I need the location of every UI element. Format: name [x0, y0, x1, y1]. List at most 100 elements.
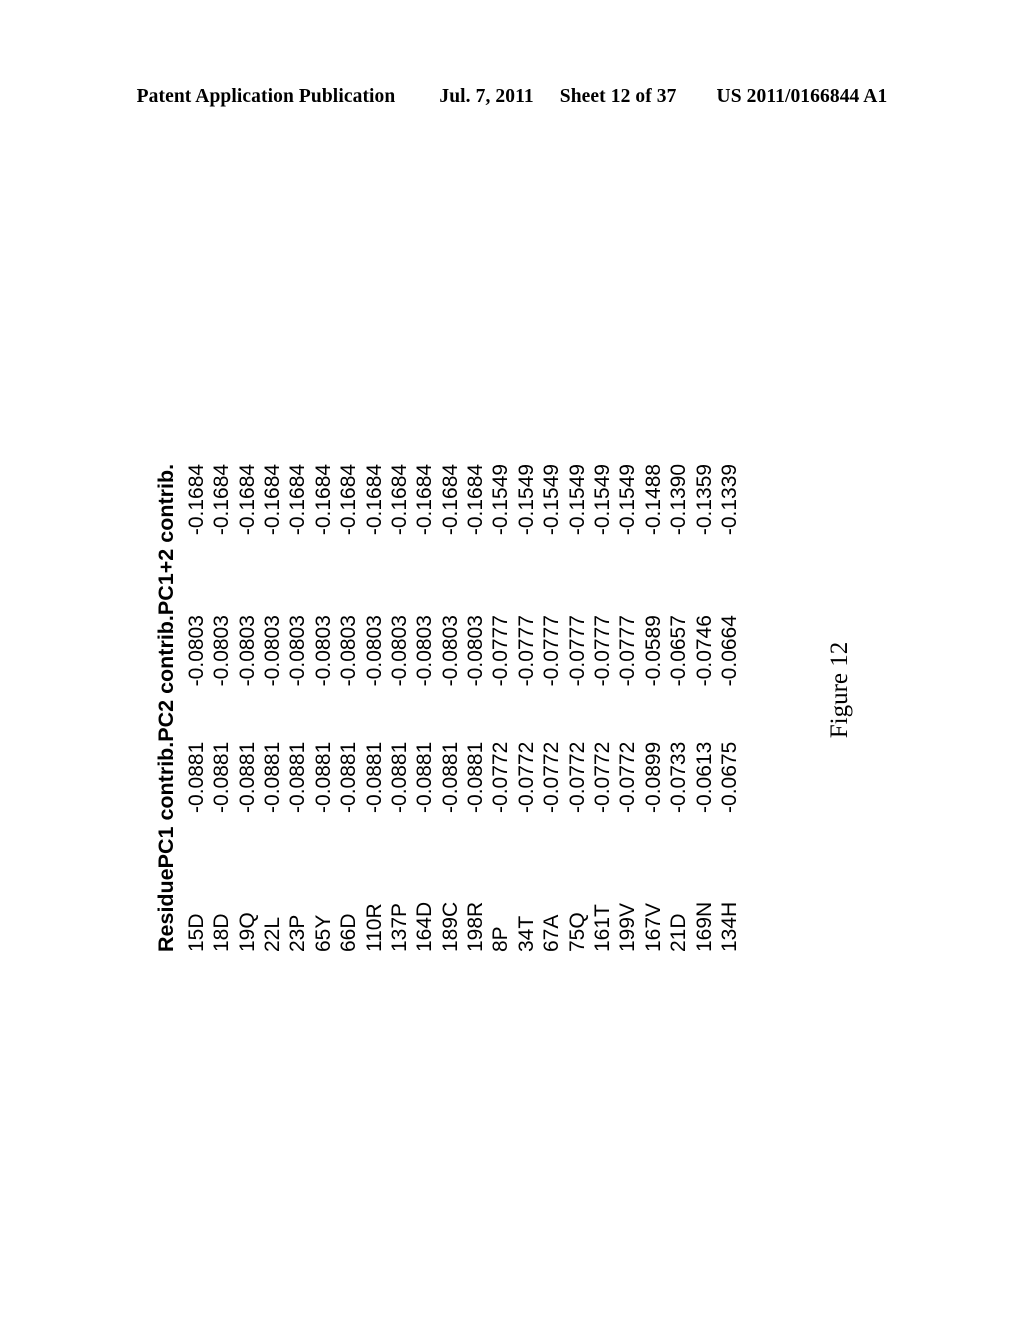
cell-pc2: -0.0803 [387, 615, 411, 687]
cell-residue: 23P [286, 914, 310, 952]
cell-pc1plus2: -0.1684 [337, 463, 361, 536]
cell-pc1: -0.0881 [184, 741, 208, 813]
table-row: 19Q -0.0881 -0.0803 -0.1684 [232, 463, 259, 952]
table-row: 67A -0.0772 -0.0777 -0.1549 [537, 463, 564, 952]
cell-pc1plus2: -0.1684 [464, 463, 488, 536]
cell-pc1plus2: -0.1549 [540, 463, 564, 536]
cell-pc1plus2: -0.1390 [667, 463, 691, 536]
cell-pc2: -0.0803 [362, 615, 386, 687]
cell-pc1: -0.0772 [514, 741, 538, 813]
cell-pc2: -0.0657 [667, 615, 691, 687]
cell-residue: 134H [717, 901, 741, 952]
cell-pc1plus2: -0.1339 [717, 463, 741, 536]
cell-pc1: -0.0675 [717, 741, 741, 813]
table-row: 161T -0.0772 -0.0777 -0.1549 [588, 463, 615, 952]
cell-pc1: -0.0881 [413, 741, 437, 813]
cell-pc1: -0.0613 [692, 741, 716, 813]
cell-pc1: -0.0881 [260, 741, 284, 813]
cell-pc2: -0.0803 [210, 615, 234, 687]
cell-residue: 65Y [311, 914, 335, 952]
cell-pc1: -0.0772 [591, 741, 615, 813]
cell-pc1plus2: -0.1684 [413, 463, 437, 536]
cell-pc2: -0.0777 [514, 615, 538, 687]
cell-residue: 198R [464, 901, 488, 952]
cell-pc1plus2: -0.1684 [235, 463, 259, 536]
table-row: 18D -0.0881 -0.0803 -0.1684 [207, 464, 234, 952]
cell-pc2: -0.0803 [413, 615, 437, 687]
cell-pc2: -0.0777 [489, 615, 513, 687]
cell-pc2: -0.0803 [235, 615, 259, 687]
cell-pc1plus2: -0.1684 [311, 463, 335, 536]
table-row: 137P -0.0881 -0.0803 -0.1684 [385, 463, 411, 952]
cell-pc2: -0.0589 [641, 615, 665, 687]
table-row: 167V -0.0899 -0.0589 -0.1488 [638, 463, 665, 952]
cell-pc1: -0.0733 [667, 741, 691, 813]
table-row: 164D -0.0881 -0.0803 -0.1684 [410, 463, 437, 952]
column-header-pc1plus2: PC1+2 contrib. [153, 463, 178, 616]
cell-pc1plus2: -0.1684 [286, 463, 310, 536]
table-row: 169N -0.0613 -0.0746 -0.1359 [689, 463, 716, 952]
table-header: Residue PC1 contrib. PC2 contrib. PC1+2 … [152, 464, 181, 952]
cell-pc1plus2: -0.1549 [616, 463, 640, 536]
cell-residue: 66D [337, 913, 361, 952]
table-header-row: Residue PC1 contrib. PC2 contrib. PC1+2 … [152, 464, 181, 952]
cell-residue: 18D [210, 913, 234, 952]
table-row: 34T -0.0772 -0.0777 -0.1549 [511, 464, 538, 952]
figure-block: Residue PC1 contrib. PC2 contrib. PC1+2 … [0, 0, 1024, 1320]
cell-pc2: -0.0777 [565, 615, 589, 687]
cell-pc1plus2: -0.1488 [641, 463, 665, 536]
cell-pc1: -0.0881 [337, 741, 361, 813]
table-row: 75Q -0.0772 -0.0777 -0.1549 [562, 463, 589, 952]
cell-residue: 21D [667, 913, 691, 952]
cell-pc1plus2: -0.1684 [438, 463, 462, 536]
cell-residue: 22L [260, 916, 284, 952]
cell-residue: 189C [438, 901, 462, 952]
cell-residue: 167V [641, 902, 665, 952]
cell-residue: 67A [540, 914, 564, 952]
cell-pc1: -0.0772 [489, 741, 513, 813]
cell-pc1: -0.0772 [565, 741, 589, 813]
cell-pc2: -0.0803 [311, 615, 335, 687]
cell-residue: 199V [616, 902, 640, 952]
cell-pc1: -0.0881 [387, 741, 411, 813]
cell-residue: 161T [591, 904, 615, 952]
table-row: 22L -0.0881 -0.0803 -0.1684 [258, 463, 284, 952]
cell-residue: 34T [514, 915, 538, 952]
cell-pc2: -0.0803 [337, 615, 361, 687]
table-row: 21D -0.0733 -0.0657 -0.1390 [664, 463, 691, 952]
cell-pc1plus2: -0.1684 [260, 463, 284, 536]
cell-pc2: -0.0777 [540, 615, 564, 687]
table-row: 110R -0.0881 -0.0803 -0.1684 [359, 463, 386, 952]
table-row: 189C -0.0881 -0.0803 -0.1684 [435, 463, 462, 952]
cell-pc1plus2: -0.1549 [565, 463, 589, 536]
cell-pc1: -0.0881 [286, 741, 310, 813]
cell-pc2: -0.0777 [591, 615, 615, 687]
cell-pc1: -0.0881 [311, 741, 335, 813]
table-row: 66D -0.0881 -0.0803 -0.1684 [334, 463, 361, 952]
table-row: 199V -0.0772 -0.0777 -0.1549 [613, 463, 640, 952]
table-row: 65Y -0.0881 -0.0803 -0.1684 [308, 463, 335, 952]
cell-pc2: -0.0664 [717, 615, 741, 687]
column-header-pc1: PC1 contrib. [153, 741, 178, 869]
cell-pc1plus2: -0.1684 [362, 463, 386, 536]
cell-residue: 75Q [565, 912, 589, 952]
cell-pc2: -0.0746 [692, 615, 716, 687]
table-row: 15D -0.0881 -0.0803 -0.1684 [181, 464, 208, 952]
cell-pc1plus2: -0.1549 [591, 463, 615, 536]
cell-pc1plus2: -0.1359 [692, 463, 716, 536]
table-row: 8P -0.0772 -0.0777 -0.1549 [486, 463, 513, 952]
cell-pc1plus2: -0.1549 [489, 463, 513, 536]
cell-residue: 110R [362, 903, 386, 952]
cell-pc1plus2: -0.1684 [387, 463, 411, 536]
cell-residue: 8P [489, 926, 513, 952]
cell-pc2: -0.0803 [286, 615, 310, 687]
cell-pc1: -0.0899 [641, 741, 665, 813]
cell-pc1: -0.0881 [210, 741, 234, 813]
table-body: 15D -0.0881 -0.0803 -0.1684 18D -0.0881 -0.080… [181, 463, 741, 952]
column-header-residue: Residue [153, 868, 178, 952]
table-row: 134H -0.0675 -0.0664 -0.1339 [715, 463, 741, 952]
rotated-table-stage: Residue PC1 contrib. PC2 contrib. PC1+2 … [152, 352, 852, 952]
cell-pc1: -0.0772 [616, 741, 640, 813]
cell-residue: 164D [413, 901, 437, 952]
cell-pc2: -0.0803 [184, 615, 208, 687]
